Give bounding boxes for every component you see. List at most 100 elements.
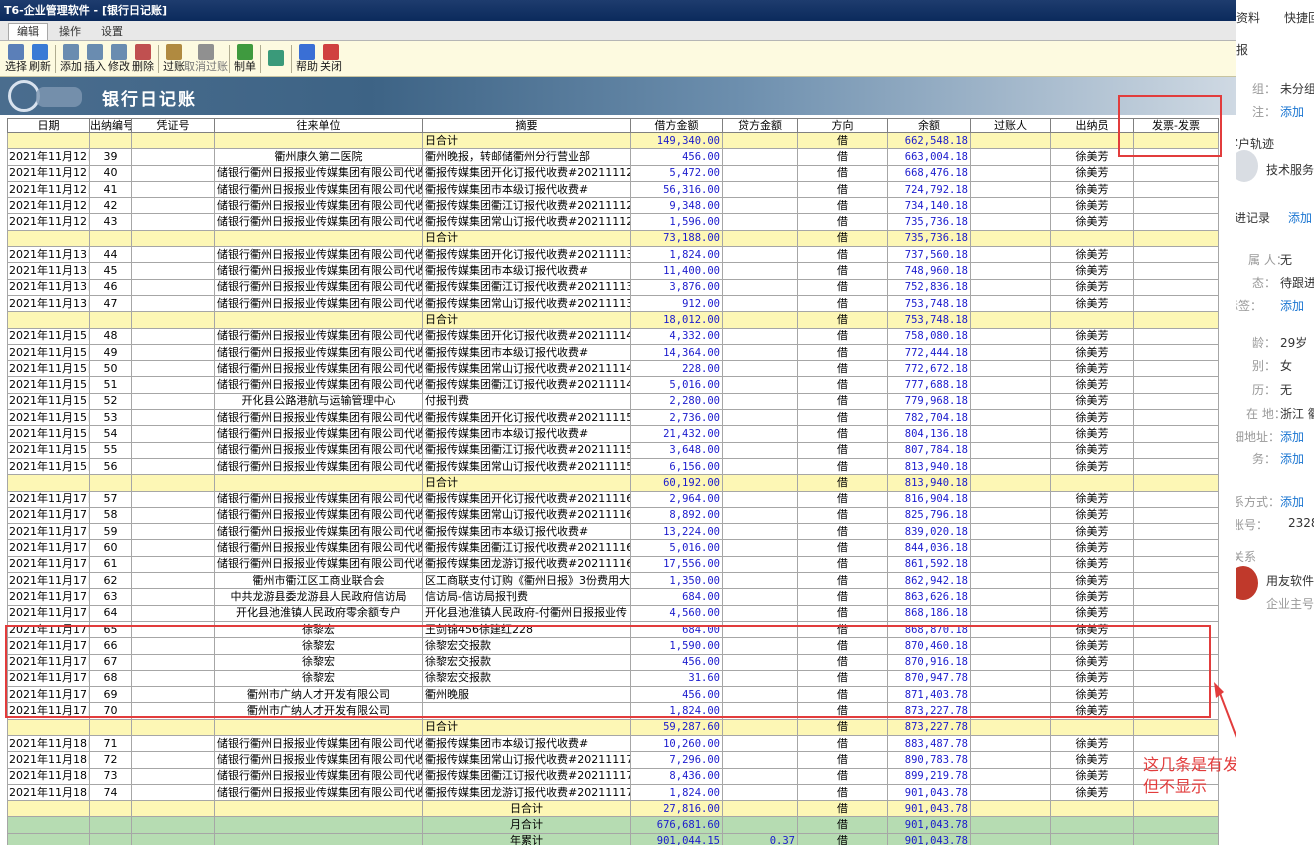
table-row[interactable]: 2021年11月17日 62 衢州市衢江区工商业联合会 区工商联支付订购《衢州日报》3… [7, 572, 1219, 590]
table-row[interactable]: 2021年11月15日 52 开化县公路港航与运输管理中心 付报刊费 2,280.00 借… [7, 392, 1219, 411]
table-row[interactable]: 2021年11月12日 42 储银行衢州日报报业传媒集团有限公司代收 衢报传媒集团衢江… [7, 197, 1219, 215]
table-row[interactable]: 2021年11月12日 41 储银行衢州日报报业传媒集团有限公司代收 衢报传媒集团市本… [7, 180, 1219, 199]
export-button[interactable] [264, 50, 288, 67]
cell-summary: 衢报传媒集团衢江订报代收费#20211116 [422, 539, 631, 557]
cell-dir: 借 [797, 213, 888, 231]
column-header[interactable]: 出纳编号 [89, 118, 132, 133]
table-row[interactable]: 2021年11月15日 56 储银行衢州日报报业传媒集团有限公司代收 衢报传媒集团常山… [7, 457, 1219, 476]
cell-balance: 804,136.18 [887, 425, 971, 443]
side-panel-text[interactable]: 添加 [1288, 209, 1312, 226]
summary-row[interactable]: 日合计 27,816.00 借 901,043.78 [7, 800, 1219, 818]
table-row[interactable]: 2021年11月17日 64 开化县池淮镇人民政府零余额专户 开化县池淮镇人民政府-付… [7, 604, 1219, 622]
refresh-button[interactable]: 刷新 [28, 44, 52, 73]
side-panel-text: 未分组 [1280, 82, 1314, 96]
cell-debit: 149,340.00 [630, 131, 723, 150]
side-panel-text[interactable]: 添加 [1280, 103, 1304, 120]
column-header[interactable]: 方向 [797, 118, 888, 133]
column-header[interactable]: 过账人 [970, 118, 1051, 133]
cell-invoice [1133, 734, 1219, 753]
cell-balance: 753,748.18 [887, 294, 971, 313]
table-row[interactable]: 2021年11月12日 40 储银行衢州日报报业传媒集团有限公司代收 衢报传媒集团开化… [7, 164, 1219, 182]
table-row[interactable]: 2021年11月15日 54 储银行衢州日报报业传媒集团有限公司代收 衢报传媒集团市本… [7, 425, 1219, 443]
column-header[interactable]: 余额 [887, 118, 971, 133]
table-row[interactable]: 2021年11月18日 71 储银行衢州日报报业传媒集团有限公司代收 衢报传媒集团市本… [7, 734, 1219, 753]
cell-cashier: 徐美芳 [1050, 457, 1134, 476]
summary-row[interactable]: 日合计 73,188.00 借 735,736.18 [7, 229, 1219, 248]
table-row[interactable]: 2021年11月17日 60 储银行衢州日报报业传媒集团有限公司代收 衢报传媒集团衢江… [7, 539, 1219, 557]
table-row[interactable]: 2021年11月15日 48 储银行衢州日报报业传媒集团有限公司代收 衢报传媒集团开化… [7, 327, 1219, 345]
unpost-button[interactable]: 取消过账 [184, 44, 228, 73]
table-row[interactable]: 2021年11月12日 43 储银行衢州日报报业传媒集团有限公司代收 衢报传媒集团常山… [7, 213, 1219, 231]
side-panel-text[interactable]: 添加 [1280, 450, 1304, 467]
cell-no: 49 [89, 343, 132, 362]
post-button[interactable]: 过账 [162, 44, 186, 73]
table-row[interactable]: 2021年11月18日 74 储银行衢州日报报业传媒集团有限公司代收 衢报传媒集团龙游… [7, 783, 1219, 802]
column-header[interactable]: 贷方金额 [722, 118, 798, 133]
table-row[interactable]: 2021年11月13日 44 储银行衢州日报报业传媒集团有限公司代收 衢报传媒集团开化… [7, 246, 1219, 264]
insert-button[interactable]: 插入 [83, 44, 107, 73]
summary-row[interactable]: 日合计 60,192.00 借 813,940.18 [7, 474, 1219, 492]
column-header[interactable]: 日期 [7, 118, 90, 133]
table-row[interactable]: 2021年11月18日 72 储银行衢州日报报业传媒集团有限公司代收 衢报传媒集团常山… [7, 751, 1219, 769]
table-row[interactable]: 2021年11月15日 53 储银行衢州日报报业传媒集团有限公司代收 衢报传媒集团开化… [7, 409, 1219, 427]
column-header[interactable]: 摘要 [422, 118, 631, 133]
cell-no: 61 [89, 555, 132, 574]
side-panel-text[interactable]: 添加 [1280, 428, 1304, 445]
summary-row[interactable]: 月合计 676,681.60 借 901,043.78 [7, 816, 1219, 834]
cell-summary: 衢报传媒集团衢江订报代收费#20211114 [422, 376, 631, 394]
cell-partner: 储银行衢州日报报业传媒集团有限公司代收 [214, 441, 423, 459]
table-row[interactable]: 2021年11月17日 63 中共龙游县委龙游县人民政府信访局 信访局-信访局报刊费 6… [7, 588, 1219, 606]
cell-no: 57 [89, 490, 132, 508]
menu-tab-1[interactable]: 操作 [50, 23, 90, 40]
cell-date: 2021年11月15日 [7, 376, 90, 394]
summary-row[interactable]: 日合计 18,012.00 借 753,748.18 [7, 311, 1219, 329]
column-header[interactable]: 凭证号 [131, 118, 215, 133]
summary-row[interactable]: 日合计 149,340.00 借 662,548.18 [7, 131, 1219, 150]
menu-tab-2[interactable]: 设置 [92, 23, 132, 40]
side-panel-text: 无 [1280, 383, 1293, 397]
side-panel-text: 无 [1280, 253, 1293, 267]
select-button[interactable]: 选择 [4, 44, 28, 73]
side-panel-text[interactable]: 添加 [1280, 493, 1304, 510]
cell-debit: 18,012.00 [630, 311, 723, 329]
summary-row[interactable]: 日合计 59,287.60 借 873,227.78 [7, 718, 1219, 736]
table-row[interactable]: 2021年11月15日 51 储银行衢州日报报业传媒集团有限公司代收 衢报传媒集团衢江… [7, 376, 1219, 394]
table-row[interactable]: 2021年11月13日 46 储银行衢州日报报业传媒集团有限公司代收 衢报传媒集团衢江… [7, 278, 1219, 296]
table-row[interactable]: 2021年11月15日 49 储银行衢州日报报业传媒集团有限公司代收 衢报传媒集团市本… [7, 343, 1219, 362]
cell-cashier: 徐美芳 [1050, 555, 1134, 574]
table-row[interactable]: 2021年11月18日 73 储银行衢州日报报业传媒集团有限公司代收 衢报传媒集团衢江… [7, 767, 1219, 785]
help-button[interactable]: 帮助 [295, 44, 319, 73]
menu-tab-0[interactable]: 编辑 [8, 23, 48, 40]
summary-row[interactable]: 年累计 901,044.15 0.37 借 901,043.78 [7, 832, 1219, 845]
column-header[interactable]: 往来单位 [214, 118, 423, 133]
delete-button[interactable]: 删除 [131, 44, 155, 73]
edit-button[interactable]: 修改 [107, 44, 131, 73]
table-row[interactable]: 2021年11月13日 45 储银行衢州日报报业传媒集团有限公司代收 衢报传媒集团市本… [7, 262, 1219, 280]
column-header[interactable]: 借方金额 [630, 118, 723, 133]
cell-voucher [131, 457, 215, 476]
table-row[interactable]: 2021年11月17日 58 储银行衢州日报报业传媒集团有限公司代收 衢报传媒集团常山… [7, 506, 1219, 525]
cell-balance: 779,968.18 [887, 392, 971, 411]
cell-debit: 684.00 [630, 588, 723, 606]
cell-date: 2021年11月15日 [7, 392, 90, 411]
close-button[interactable]: 关闭 [319, 44, 343, 73]
add-button[interactable]: 添加 [59, 44, 83, 73]
cell-summary: 衢报传媒集团市本级订报代收费# [422, 734, 631, 753]
cell-no: 63 [89, 588, 132, 606]
cell-no [89, 131, 132, 150]
table-row[interactable]: 2021年11月15日 50 储银行衢州日报报业传媒集团有限公司代收 衢报传媒集团常山… [7, 360, 1219, 378]
table-row[interactable]: 2021年11月17日 59 储银行衢州日报报业传媒集团有限公司代收 衢报传媒集团市本… [7, 523, 1219, 541]
cell-credit [722, 327, 798, 345]
cell-date: 2021年11月13日 [7, 294, 90, 313]
cell-invoice [1133, 555, 1219, 574]
table-row[interactable]: 2021年11月17日 57 储银行衢州日报报业传媒集团有限公司代收 衢报传媒集团开化… [7, 490, 1219, 508]
side-panel-text[interactable]: 添加 [1280, 297, 1304, 314]
table-row[interactable]: 2021年11月15日 55 储银行衢州日报报业传媒集团有限公司代收 衢报传媒集团衢江… [7, 441, 1219, 459]
cell-credit [722, 783, 798, 802]
voucher-button[interactable]: 制单 [233, 44, 257, 73]
cell-dir: 借 [797, 555, 888, 574]
cell-date: 2021年11月12日 [7, 164, 90, 182]
table-row[interactable]: 2021年11月13日 47 储银行衢州日报报业传媒集团有限公司代收 衢报传媒集团常山… [7, 294, 1219, 313]
table-row[interactable]: 2021年11月17日 61 储银行衢州日报报业传媒集团有限公司代收 衢报传媒集团龙游… [7, 555, 1219, 574]
table-row[interactable]: 2021年11月12日 39 衢州康久第二医院 衢州晚报，转邮储衢州分行营业部 456.… [7, 148, 1219, 166]
